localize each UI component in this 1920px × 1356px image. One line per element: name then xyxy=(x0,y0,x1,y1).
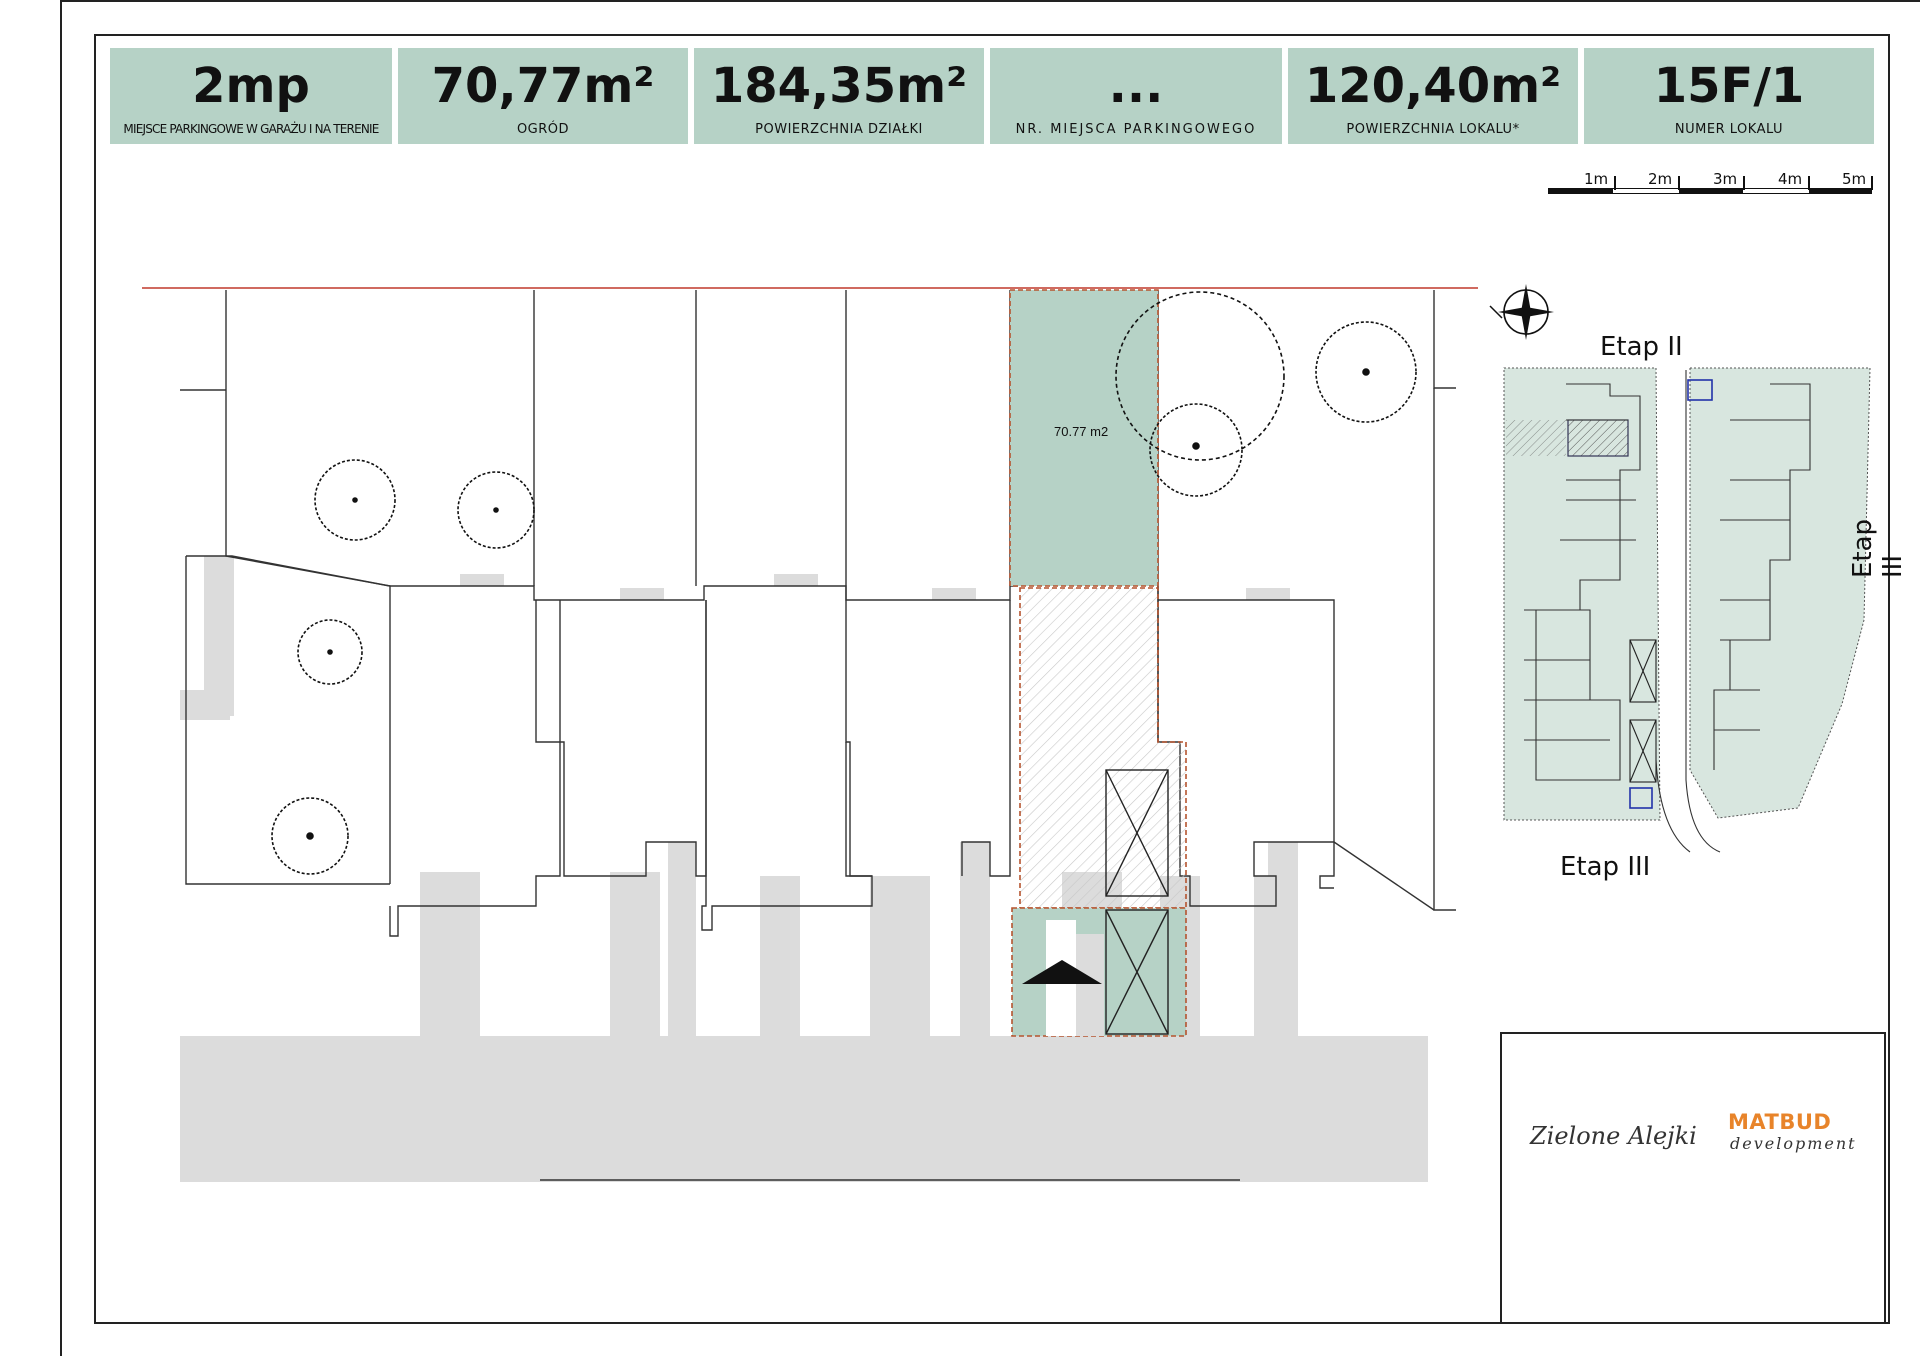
project-name: Zielone Alejki xyxy=(1530,1122,1697,1150)
etap-bottom-label: Etap III xyxy=(1560,852,1651,882)
etap-top-label: Etap II xyxy=(1600,332,1683,362)
developer-subtitle: development xyxy=(1730,1134,1857,1153)
north-arrow-icon xyxy=(1489,284,1554,340)
site-location-map xyxy=(1503,367,1871,853)
developer-name: MATBUD xyxy=(1728,1110,1832,1134)
building-outlines xyxy=(180,290,1456,937)
garden-area-label: 70.77 m2 xyxy=(1054,424,1109,439)
branding-panel xyxy=(1500,1032,1886,1324)
etap-right-label: Etap III xyxy=(1848,518,1908,578)
trees xyxy=(271,291,1417,875)
road-area xyxy=(180,556,1428,1182)
selected-unit xyxy=(1019,587,1187,909)
